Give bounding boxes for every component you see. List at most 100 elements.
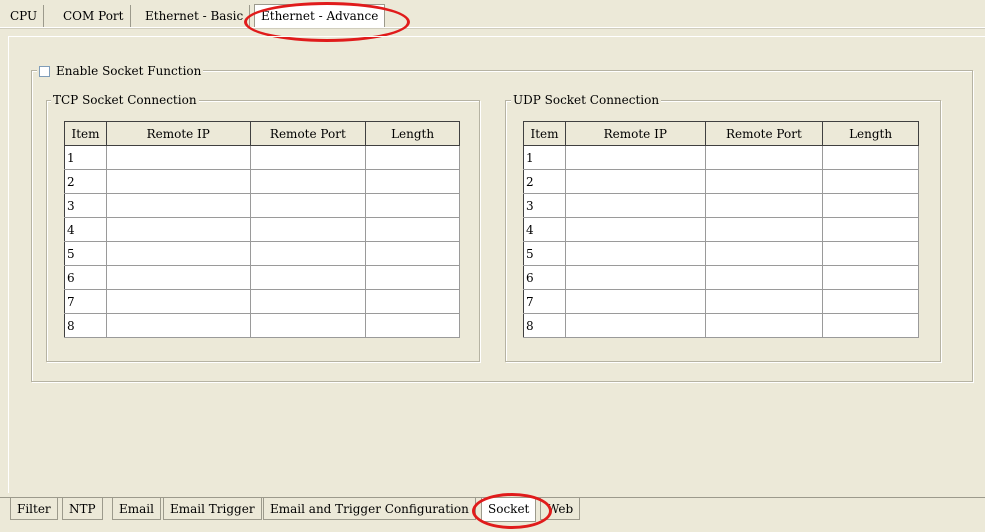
remote-port-cell[interactable] <box>249 289 367 314</box>
row-item: 2 <box>64 169 107 194</box>
tab-email-trigger[interactable]: Email Trigger <box>163 498 262 520</box>
length-cell[interactable] <box>365 145 460 170</box>
remote-ip-cell[interactable] <box>564 217 706 242</box>
table-row: 2 <box>523 169 919 194</box>
column-header-length: Length <box>365 121 460 146</box>
remote-ip-cell[interactable] <box>564 241 706 266</box>
length-cell[interactable] <box>822 145 919 170</box>
remote-ip-cell[interactable] <box>105 265 251 290</box>
table-row: 2 <box>64 169 460 194</box>
remote-ip-cell[interactable] <box>564 289 706 314</box>
row-item: 5 <box>64 241 107 266</box>
udp-table: Item Remote IP Remote Port Length 1 2 3 … <box>523 121 919 338</box>
remote-port-cell[interactable] <box>704 217 824 242</box>
remote-ip-cell[interactable] <box>105 193 251 218</box>
remote-ip-cell[interactable] <box>564 193 706 218</box>
tab-cpu[interactable]: CPU <box>4 5 45 27</box>
table-row: 3 <box>523 193 919 218</box>
table-row: 5 <box>523 241 919 266</box>
remote-port-cell[interactable] <box>704 241 824 266</box>
tab-email-trigger-configuration[interactable]: Email and Trigger Configuration <box>263 498 476 520</box>
remote-port-cell[interactable] <box>249 265 367 290</box>
row-item: 4 <box>64 217 107 242</box>
tab-com-port[interactable]: COM Port <box>57 5 131 27</box>
enable-socket-checkbox[interactable] <box>39 66 50 77</box>
remote-ip-cell[interactable] <box>105 145 251 170</box>
length-cell[interactable] <box>822 193 919 218</box>
length-cell[interactable] <box>365 169 460 194</box>
remote-ip-cell[interactable] <box>105 313 251 338</box>
enable-socket-row[interactable]: Enable Socket Function <box>37 64 204 78</box>
tab-ntp[interactable]: NTP <box>62 498 103 520</box>
remote-port-cell[interactable] <box>704 145 824 170</box>
tab-ethernet-basic[interactable]: Ethernet - Basic <box>139 5 251 27</box>
table-row: 4 <box>64 217 460 242</box>
row-item: 8 <box>523 313 566 338</box>
length-cell[interactable] <box>822 313 919 338</box>
row-item: 6 <box>523 265 566 290</box>
table-row: 8 <box>523 313 919 338</box>
length-cell[interactable] <box>822 169 919 194</box>
remote-ip-cell[interactable] <box>105 217 251 242</box>
remote-port-cell[interactable] <box>249 217 367 242</box>
table-row: 7 <box>523 289 919 314</box>
remote-ip-cell[interactable] <box>105 241 251 266</box>
remote-ip-cell[interactable] <box>564 265 706 290</box>
table-row: 1 <box>64 145 460 170</box>
row-item: 3 <box>64 193 107 218</box>
length-cell[interactable] <box>822 241 919 266</box>
remote-port-cell[interactable] <box>249 313 367 338</box>
table-row: 7 <box>64 289 460 314</box>
length-cell[interactable] <box>822 265 919 290</box>
row-item: 4 <box>523 217 566 242</box>
remote-port-cell[interactable] <box>704 169 824 194</box>
column-header-item: Item <box>523 121 566 146</box>
table-row: 6 <box>64 265 460 290</box>
remote-ip-cell[interactable] <box>105 169 251 194</box>
length-cell[interactable] <box>365 241 460 266</box>
remote-port-cell[interactable] <box>704 289 824 314</box>
length-cell[interactable] <box>365 217 460 242</box>
remote-port-cell[interactable] <box>704 265 824 290</box>
row-item: 8 <box>64 313 107 338</box>
row-item: 5 <box>523 241 566 266</box>
column-header-remote-port: Remote Port <box>249 121 367 146</box>
remote-ip-cell[interactable] <box>564 145 706 170</box>
length-cell[interactable] <box>365 289 460 314</box>
column-header-remote-ip: Remote IP <box>105 121 251 146</box>
row-item: 2 <box>523 169 566 194</box>
length-cell[interactable] <box>365 313 460 338</box>
tcp-table: Item Remote IP Remote Port Length 1 2 3 … <box>64 121 460 338</box>
length-cell[interactable] <box>365 193 460 218</box>
table-row: 5 <box>64 241 460 266</box>
table-row: 1 <box>523 145 919 170</box>
row-item: 3 <box>523 193 566 218</box>
tab-filter[interactable]: Filter <box>10 498 58 520</box>
remote-port-cell[interactable] <box>704 193 824 218</box>
column-header-item: Item <box>64 121 107 146</box>
top-tab-bar: CPU COM Port Ethernet - Basic Ethernet -… <box>0 0 985 30</box>
table-row: 8 <box>64 313 460 338</box>
row-item: 1 <box>523 145 566 170</box>
column-header-remote-ip: Remote IP <box>564 121 706 146</box>
enable-socket-label: Enable Socket Function <box>56 64 202 78</box>
column-header-remote-port: Remote Port <box>704 121 824 146</box>
row-item: 1 <box>64 145 107 170</box>
remote-port-cell[interactable] <box>249 169 367 194</box>
table-row: 4 <box>523 217 919 242</box>
length-cell[interactable] <box>365 265 460 290</box>
remote-port-cell[interactable] <box>249 193 367 218</box>
remote-ip-cell[interactable] <box>564 169 706 194</box>
remote-port-cell[interactable] <box>249 241 367 266</box>
remote-ip-cell[interactable] <box>105 289 251 314</box>
tab-divider-shadow <box>0 28 985 29</box>
length-cell[interactable] <box>822 289 919 314</box>
remote-ip-cell[interactable] <box>564 313 706 338</box>
remote-port-cell[interactable] <box>249 145 367 170</box>
remote-port-cell[interactable] <box>704 313 824 338</box>
length-cell[interactable] <box>822 217 919 242</box>
row-item: 7 <box>523 289 566 314</box>
highlight-ellipse-bottom <box>472 493 552 529</box>
tab-email[interactable]: Email <box>112 498 161 520</box>
udp-group-title: UDP Socket Connection <box>511 93 662 107</box>
